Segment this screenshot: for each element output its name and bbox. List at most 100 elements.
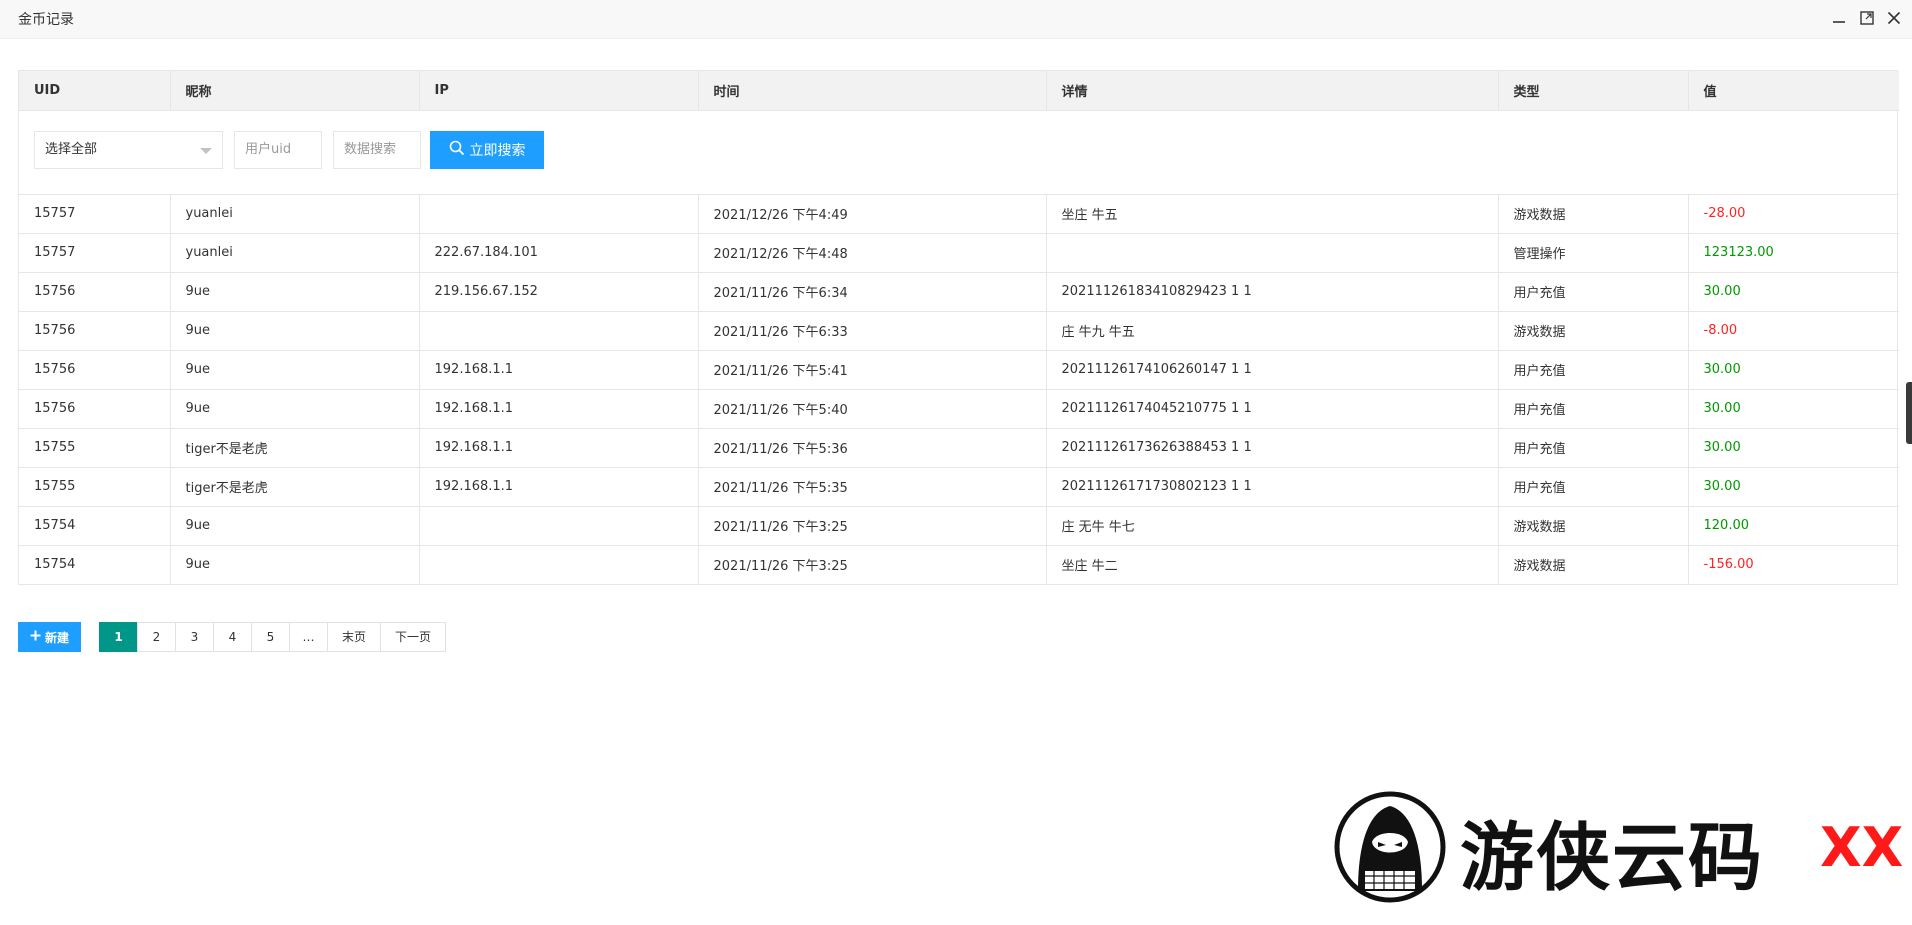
cell-ip: 192.168.1.1 bbox=[419, 467, 699, 507]
cell-ip: 192.168.1.1 bbox=[419, 389, 699, 429]
cell-detail: 庄 牛九 牛五 bbox=[1046, 311, 1499, 351]
cell-time: 2021/11/26 下午5:41 bbox=[698, 350, 1047, 390]
type-select[interactable]: 选择全部 bbox=[34, 130, 223, 169]
hacker-mascot-icon bbox=[1334, 791, 1446, 903]
cell-time: 2021/11/26 下午3:25 bbox=[698, 506, 1047, 546]
cell-nickname: tiger不是老虎 bbox=[170, 428, 420, 468]
cell-value: 30.00 bbox=[1688, 272, 1899, 312]
cell-uid: 15756 bbox=[19, 350, 171, 390]
chevron-down-icon bbox=[200, 147, 212, 154]
minimize-icon[interactable] bbox=[1830, 9, 1848, 27]
cell-value: 30.00 bbox=[1688, 350, 1899, 390]
window-titlebar: 金币记录 bbox=[0, 0, 1912, 39]
new-button[interactable]: 新建 bbox=[18, 622, 81, 652]
cell-uid: 15757 bbox=[19, 233, 171, 273]
cell-nickname: 9ue bbox=[170, 545, 420, 584]
cell-type: 游戏数据 bbox=[1498, 311, 1689, 351]
column-header-value[interactable]: 值 bbox=[1688, 71, 1899, 111]
cell-type: 游戏数据 bbox=[1498, 194, 1689, 234]
page-2-button[interactable]: 2 bbox=[137, 622, 176, 652]
table-row[interactable]: 15756 9ue 192.168.1.1 2021/11/26 下午5:40 2021… bbox=[19, 389, 1899, 429]
table-row[interactable]: 15756 9ue 219.156.67.152 2021/11/26 下午6:34 2… bbox=[19, 272, 1899, 312]
uid-search-input[interactable] bbox=[234, 130, 322, 169]
table-row[interactable]: 15756 9ue 192.168.1.1 2021/11/26 下午5:41 2021… bbox=[19, 350, 1899, 390]
cell-detail: 20211126174106260147 1 1 bbox=[1046, 350, 1499, 390]
watermark-accent: XX bbox=[1820, 816, 1904, 879]
new-button-label: 新建 bbox=[44, 630, 69, 645]
cell-detail: 坐庄 牛五 bbox=[1046, 194, 1499, 234]
column-header-nickname[interactable]: 昵称 bbox=[170, 71, 420, 111]
cell-nickname: 9ue bbox=[170, 272, 420, 312]
window-title: 金币记录 bbox=[18, 12, 74, 28]
cell-time: 2021/12/26 下午4:48 bbox=[698, 233, 1047, 273]
column-header-uid[interactable]: UID bbox=[19, 71, 171, 111]
cell-time: 2021/11/26 下午5:40 bbox=[698, 389, 1047, 429]
cell-uid: 15756 bbox=[19, 389, 171, 429]
column-header-type[interactable]: 类型 bbox=[1498, 71, 1689, 111]
cell-value: 123123.00 bbox=[1688, 233, 1899, 273]
cell-time: 2021/11/26 下午6:34 bbox=[698, 272, 1047, 312]
table-row[interactable]: 15755 tiger不是老虎 192.168.1.1 2021/11/26 下午5:… bbox=[19, 467, 1899, 507]
table-header-row: UID 昵称 IP 时间 详情 类型 值 bbox=[19, 71, 1899, 111]
table-row[interactable]: 15755 tiger不是老虎 192.168.1.1 2021/11/26 下午5:… bbox=[19, 428, 1899, 468]
type-select-value: 选择全部 bbox=[45, 141, 98, 157]
column-header-ip[interactable]: IP bbox=[419, 71, 699, 111]
data-search-input[interactable] bbox=[333, 130, 421, 169]
coin-records-table: UID 昵称 IP 时间 详情 类型 值 选择全部 用户uid 数据搜索 立即搜… bbox=[18, 70, 1899, 585]
page-4-button[interactable]: 4 bbox=[213, 622, 252, 652]
cell-value: 120.00 bbox=[1688, 506, 1899, 546]
cell-ip: 192.168.1.1 bbox=[419, 350, 699, 390]
cell-value: 30.00 bbox=[1688, 428, 1899, 468]
table-row[interactable]: 15757 yuanlei 222.67.184.101 2021/12/26 下午4… bbox=[19, 233, 1899, 273]
cell-type: 用户充值 bbox=[1498, 428, 1689, 468]
search-icon bbox=[449, 140, 465, 160]
cell-ip bbox=[419, 311, 699, 351]
cell-type: 用户充值 bbox=[1498, 389, 1689, 429]
cell-nickname: 9ue bbox=[170, 506, 420, 546]
cell-ip bbox=[419, 194, 699, 234]
page-3-button[interactable]: 3 bbox=[175, 622, 214, 652]
cell-ip: 192.168.1.1 bbox=[419, 428, 699, 468]
cell-nickname: 9ue bbox=[170, 311, 420, 351]
cell-uid: 15755 bbox=[19, 428, 171, 468]
search-button-label: 立即搜索 bbox=[469, 142, 526, 159]
cell-nickname: 9ue bbox=[170, 350, 420, 390]
last-page-button[interactable]: 末页 bbox=[327, 622, 382, 652]
table-row[interactable]: 15757 yuanlei 2021/12/26 下午4:49 坐庄 牛五 游戏数据 -2… bbox=[19, 194, 1899, 234]
page-ellipsis: … bbox=[289, 622, 328, 652]
page-1-button[interactable]: 1 bbox=[99, 622, 138, 652]
next-page-button[interactable]: 下一页 bbox=[380, 622, 447, 652]
cell-value: -156.00 bbox=[1703, 557, 1754, 573]
cell-value: -8.00 bbox=[1688, 311, 1899, 351]
table-row[interactable]: 15754 9ue 2021/11/26 下午3:25 庄 无牛 牛七 游戏数据 120.… bbox=[19, 506, 1899, 546]
watermark-logo: 游侠云码 XX bbox=[1328, 790, 1903, 904]
cell-type: 管理操作 bbox=[1498, 233, 1689, 273]
table-row[interactable]: 15754 9ue 2021/11/26 下午3:25 坐庄 牛二 游戏数据 -156.0… bbox=[19, 545, 1899, 584]
cell-uid: 15756 bbox=[19, 311, 171, 351]
page-5-button[interactable]: 5 bbox=[251, 622, 290, 652]
cell-ip: 219.156.67.152 bbox=[419, 272, 699, 312]
cell-nickname: yuanlei bbox=[170, 233, 420, 273]
side-panel-handle[interactable] bbox=[1906, 382, 1912, 444]
cell-uid: 15756 bbox=[19, 272, 171, 312]
cell-detail: 20211126171730802123 1 1 bbox=[1046, 467, 1499, 507]
cell-nickname: 9ue bbox=[170, 389, 420, 429]
cell-uid: 15754 bbox=[19, 506, 171, 546]
cell-detail: 庄 无牛 牛七 bbox=[1046, 506, 1499, 546]
cell-ip: 222.67.184.101 bbox=[419, 233, 699, 273]
column-header-time[interactable]: 时间 bbox=[698, 71, 1047, 111]
cell-time: 2021/12/26 下午4:49 bbox=[698, 194, 1047, 234]
cell-type: 游戏数据 bbox=[1498, 545, 1689, 584]
cell-detail: 20211126174045210775 1 1 bbox=[1046, 389, 1499, 429]
search-button[interactable]: 立即搜索 bbox=[430, 130, 544, 169]
close-icon[interactable] bbox=[1885, 9, 1903, 27]
column-header-detail[interactable]: 详情 bbox=[1046, 71, 1499, 111]
cell-nickname: tiger不是老虎 bbox=[170, 467, 420, 507]
cell-detail: 坐庄 牛二 bbox=[1046, 545, 1499, 584]
table-row[interactable]: 15756 9ue 2021/11/26 下午6:33 庄 牛九 牛五 游戏数据 -8.0… bbox=[19, 311, 1899, 351]
cell-ip bbox=[419, 545, 699, 584]
cell-type: 游戏数据 bbox=[1498, 506, 1689, 546]
cell-nickname: yuanlei bbox=[170, 194, 420, 234]
cell-uid: 15755 bbox=[19, 467, 171, 507]
maximize-icon[interactable] bbox=[1858, 9, 1876, 27]
